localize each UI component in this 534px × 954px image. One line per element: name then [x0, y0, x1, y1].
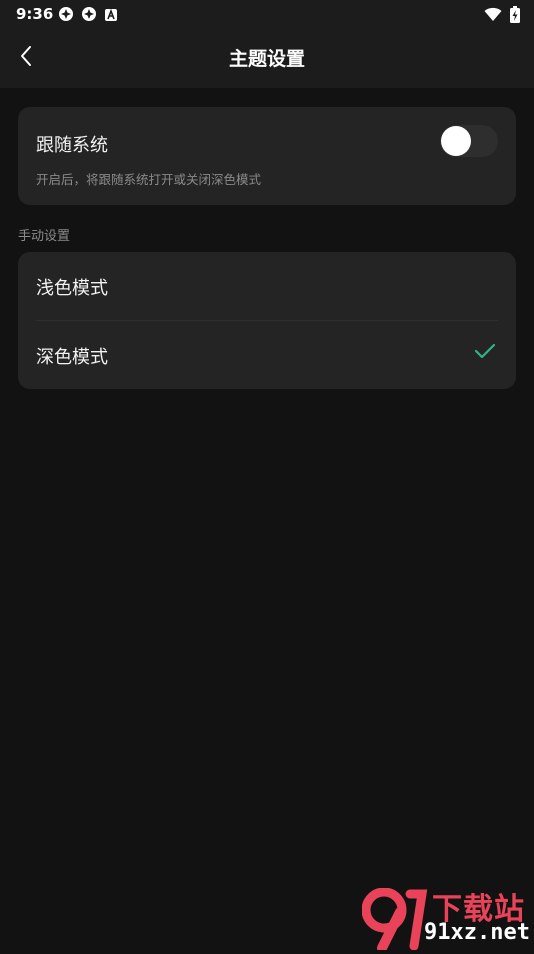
- follow-system-toggle[interactable]: [440, 125, 498, 157]
- light-mode-label: 浅色模式: [36, 278, 108, 299]
- theme-mode-card: 浅色模式 深色模式: [18, 252, 516, 389]
- watermark-logo: [361, 887, 428, 954]
- watermark: 下载站 91xz.net: [361, 880, 534, 953]
- nav-bar: 主题设置: [0, 28, 534, 88]
- status-system-icons: [484, 6, 520, 27]
- manual-section-label: 手动设置: [18, 229, 71, 244]
- keyboard-icon: [104, 7, 118, 26]
- watermark-url: 91xz.net: [424, 920, 530, 945]
- status-bar: 9:36: [0, 0, 534, 28]
- toggle-knob: [441, 126, 471, 156]
- check-icon: [474, 343, 496, 363]
- follow-system-description: 开启后，将跟随系统打开或关闭深色模式: [36, 172, 262, 187]
- light-mode-option[interactable]: 浅色模式: [18, 252, 516, 321]
- follow-system-card: 跟随系统 开启后，将跟随系统打开或关闭深色模式: [18, 107, 516, 205]
- dark-mode-option[interactable]: 深色模式: [18, 321, 516, 389]
- wifi-icon: [484, 7, 502, 26]
- notification-icon: [81, 6, 97, 26]
- status-time: 9:36: [16, 5, 54, 23]
- notification-icon: [58, 6, 74, 26]
- battery-charging-icon: [510, 6, 520, 27]
- page-title: 主题设置: [228, 48, 305, 70]
- status-notification-icons: [58, 6, 118, 26]
- follow-system-title: 跟随系统: [36, 135, 108, 156]
- dark-mode-label: 深色模式: [36, 347, 108, 368]
